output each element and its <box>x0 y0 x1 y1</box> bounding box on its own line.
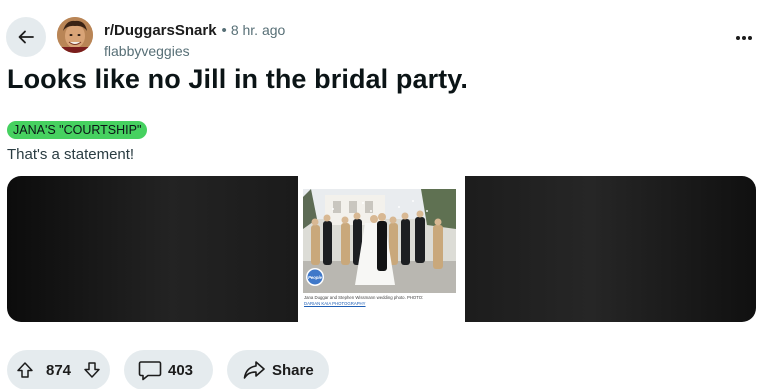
vote-control: 874 <box>7 350 110 389</box>
wedding-photo: People <box>303 189 456 293</box>
embedded-article-image: People Jana Duggar and Stephen Wissmann … <box>298 176 465 322</box>
arrow-down-icon[interactable] <box>83 361 101 379</box>
ellipsis-icon <box>735 35 753 41</box>
post-time: 8 hr. ago <box>230 22 286 38</box>
comment-count: 403 <box>168 361 194 379</box>
subreddit-link[interactable]: r/DuggarsSnark <box>104 22 217 39</box>
speech-bubble-icon <box>138 359 162 381</box>
people-logo: People <box>308 275 322 280</box>
share-button[interactable]: Share <box>227 350 329 389</box>
username-link[interactable]: flabbyveggies <box>104 41 285 61</box>
more-options-button[interactable] <box>728 26 760 50</box>
meta-separator: • <box>221 22 227 39</box>
post-page: r/DuggarsSnark • 8 hr. ago flabbyveggies L… <box>0 0 768 389</box>
vote-score: 874 <box>45 361 72 379</box>
post-media[interactable]: People Jana Duggar and Stephen Wissmann … <box>7 176 756 322</box>
post-flair[interactable]: JANA'S "COURTSHIP" <box>7 121 148 139</box>
arrow-left-icon <box>16 27 36 47</box>
arrow-up-icon[interactable] <box>16 361 34 379</box>
avatar[interactable] <box>57 17 93 53</box>
post-title: Looks like no Jill in the bridal party. <box>7 64 468 94</box>
post-meta: r/DuggarsSnark • 8 hr. ago flabbyveggies <box>104 20 285 61</box>
comments-button[interactable]: 403 <box>124 350 213 389</box>
caption-text: Jana Duggar and Stephen Wissmann wedding… <box>304 295 424 300</box>
share-arrow-icon <box>243 360 265 380</box>
photo-caption: Jana Duggar and Stephen Wissmann wedding… <box>304 295 460 306</box>
back-button[interactable] <box>6 17 46 57</box>
share-label: Share <box>272 361 314 379</box>
post-body: That's a statement! <box>7 146 135 163</box>
photo-credit-link[interactable]: DARIAN KAIA PHOTOGRAPHY <box>304 301 366 306</box>
